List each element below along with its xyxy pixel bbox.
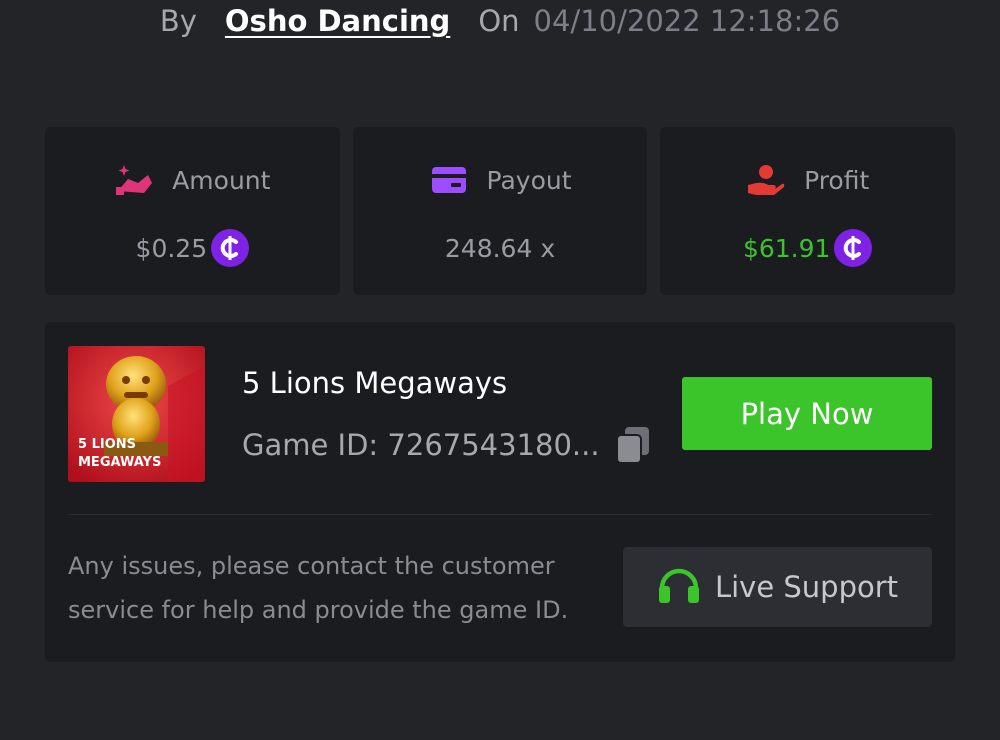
thumb-title-line1: 5 LIONS [78, 437, 136, 452]
stat-profit-label: Profit [804, 165, 870, 195]
stat-amount-label: Amount [172, 165, 271, 195]
live-support-label: Live Support [714, 570, 899, 604]
help-text: Any issues, please contact the customer … [68, 552, 569, 624]
bet-stats: Amount $0.25 Payout 248.64 x Profit $61.… [45, 127, 956, 295]
on-label: On [478, 4, 520, 38]
headset-icon [657, 564, 701, 611]
stat-amount-header: Amount [114, 163, 270, 197]
divider [68, 514, 932, 515]
stat-payout-value: 248.64 x [444, 233, 556, 263]
stat-profit-value: $61.91 [742, 233, 831, 263]
coin-icon [834, 229, 873, 267]
stat-profit: Profit $61.91 [660, 127, 956, 295]
play-now-button[interactable]: Play Now [682, 377, 932, 450]
hand-coin-icon [746, 163, 786, 197]
stat-amount-value: $0.25 [135, 233, 208, 263]
thumb-title-line2: MEGAWAYS [78, 455, 161, 470]
by-label: By [159, 4, 197, 38]
bet-byline: By Osho Dancing On 04/10/2022 12:18:26 [0, 4, 1000, 38]
game-title: 5 Lions Megaways [242, 366, 508, 400]
game-id-row: Game ID: 7267543180... [242, 425, 652, 465]
live-support-button[interactable]: Live Support [623, 547, 932, 627]
coin-icon [211, 229, 250, 267]
game-id: Game ID: 7267543180... [242, 428, 600, 462]
money-hand-icon [114, 163, 154, 197]
stat-payout: Payout 248.64 x [352, 127, 648, 295]
stat-profit-value-row: $61.91 [742, 229, 873, 267]
stat-payout-label: Payout [486, 165, 572, 195]
stat-amount: Amount $0.25 [45, 127, 340, 295]
username-link[interactable]: Osho Dancing [225, 4, 450, 38]
game-card: 5 LIONS MEGAWAYS 5 Lions Megaways Game I… [45, 322, 955, 662]
game-thumbnail[interactable]: 5 LIONS MEGAWAYS [68, 346, 205, 482]
stat-payout-value-row: 248.64 x [445, 229, 555, 267]
stat-payout-header: Payout [429, 163, 572, 197]
copy-icon[interactable] [614, 425, 652, 465]
card-icon [429, 163, 469, 197]
stat-amount-value-row: $0.25 [136, 229, 250, 267]
stat-profit-header: Profit [746, 163, 869, 197]
bet-datetime: 04/10/2022 12:18:26 [533, 4, 841, 38]
